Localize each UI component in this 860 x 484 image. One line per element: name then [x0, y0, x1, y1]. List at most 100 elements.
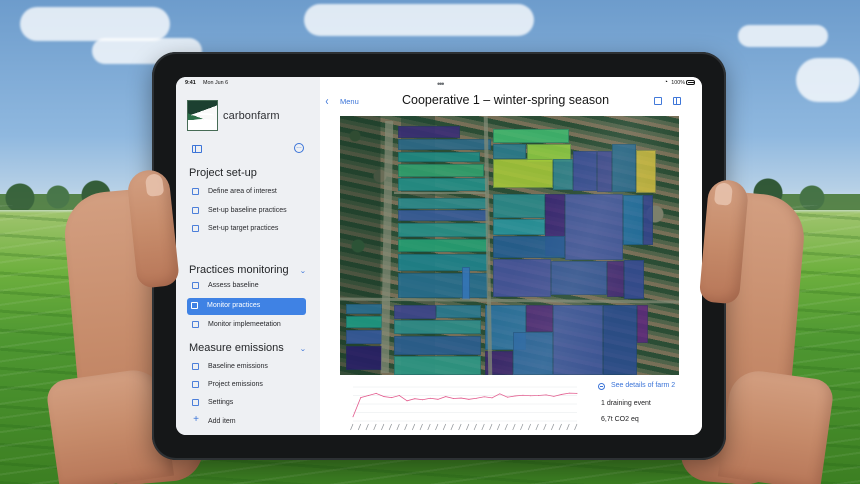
cloud	[20, 7, 170, 41]
field-parcel[interactable]	[398, 178, 488, 191]
field-parcel[interactable]	[573, 151, 597, 191]
add-item-button[interactable]: Add item	[208, 418, 236, 425]
chart-data-point	[360, 397, 362, 399]
field-parcel[interactable]	[526, 305, 553, 332]
fullscreen-icon[interactable]	[654, 97, 662, 105]
field-parcel[interactable]	[493, 259, 551, 297]
checkbox-icon	[192, 225, 199, 232]
field-parcel[interactable]	[398, 223, 488, 237]
chart-data-point	[367, 395, 369, 396]
field-parcel[interactable]	[436, 305, 481, 318]
field-parcel[interactable]	[398, 273, 488, 298]
chart-x-tick-mark	[450, 423, 454, 431]
chevron-left-icon[interactable]: ‹	[325, 94, 328, 108]
chevron-down-icon[interactable]: ⌄	[299, 267, 306, 275]
field-parcel[interactable]	[643, 195, 653, 245]
chart-x-tick-mark	[535, 423, 539, 431]
field-parcel[interactable]	[493, 194, 545, 218]
sidebar-item-label: Monitor practices	[207, 302, 261, 309]
field-parcel[interactable]	[493, 129, 569, 143]
menu-back-button[interactable]: Menu	[340, 97, 359, 106]
sidebar-right-icon[interactable]	[673, 97, 681, 105]
chart-x-tick-mark	[481, 423, 485, 431]
sidebar-item-label: Project emissions	[208, 381, 263, 388]
field-parcel[interactable]	[398, 164, 484, 177]
checkbox-icon	[191, 302, 198, 309]
field-parcel[interactable]	[493, 236, 565, 258]
field-parcel[interactable]	[398, 126, 460, 138]
field-parcel[interactable]	[346, 316, 382, 328]
battery-percent: 100%	[671, 80, 685, 86]
multitasking-dots-icon[interactable]: •••	[437, 79, 445, 89]
field-parcel[interactable]	[394, 356, 481, 375]
info-circle-icon[interactable]	[598, 383, 605, 390]
sidebar-toggle-icon[interactable]	[192, 145, 202, 153]
wifi-icon: ◔	[663, 79, 668, 86]
field-parcel[interactable]	[565, 194, 623, 260]
field-parcel[interactable]	[462, 267, 470, 300]
chart-x-tick-mark	[404, 423, 408, 431]
sidebar-item-label: Set-up baseline practices	[208, 207, 287, 214]
field-parcel[interactable]	[553, 159, 573, 190]
field-parcel[interactable]	[612, 144, 636, 192]
sidebar-item-monitor-implementation[interactable]: Monitor implemeetation	[188, 317, 308, 332]
chart-x-tick-mark	[411, 423, 416, 431]
field-parcel[interactable]	[394, 305, 436, 319]
field-parcel[interactable]	[551, 261, 607, 295]
field-parcel[interactable]	[398, 198, 488, 209]
road	[394, 192, 486, 194]
checkbox-icon	[192, 381, 199, 388]
section-practices-monitoring-title: Practices monitoring	[189, 264, 289, 276]
field-parcel[interactable]	[493, 159, 553, 188]
plus-icon[interactable]: +	[191, 415, 201, 425]
field-parcel[interactable]	[623, 195, 643, 245]
field-parcel[interactable]	[398, 210, 488, 221]
field-parcel[interactable]	[597, 151, 612, 192]
details-farm-link[interactable]: See details of farm 2	[611, 382, 675, 389]
chart-x-tick-mark	[473, 423, 477, 431]
field-parcel[interactable]	[637, 305, 648, 343]
sidebar-item-setup-baseline-practices[interactable]: Set-up baseline practices	[188, 203, 308, 218]
field-parcel[interactable]	[346, 346, 382, 370]
satellite-field-map[interactable]	[340, 116, 679, 375]
field-parcel[interactable]	[394, 336, 481, 355]
field-parcel[interactable]	[607, 261, 624, 297]
field-parcel[interactable]	[398, 152, 480, 162]
field-parcel[interactable]	[398, 254, 488, 271]
status-date: Mon Jun 6	[203, 80, 229, 86]
chart-x-tick-mark	[357, 423, 362, 431]
tablet: 9:41 Mon Jun 6 ••• ◔ 100% carbonfarm … P…	[152, 52, 726, 460]
cloud	[738, 25, 828, 47]
sidebar-item-settings[interactable]: Settings	[188, 395, 308, 410]
chart-data-point	[452, 398, 454, 399]
more-icon[interactable]: …	[294, 143, 304, 153]
field-parcel[interactable]	[624, 260, 644, 299]
chevron-down-icon[interactable]: ⌄	[299, 345, 306, 353]
sidebar-item-project-emissions[interactable]: Project emissions	[188, 377, 308, 392]
field-parcel[interactable]	[513, 332, 553, 375]
checkbox-icon	[192, 282, 199, 289]
field-parcel[interactable]	[398, 139, 491, 150]
chart-x-tick-mark	[427, 423, 431, 431]
chart-data-point	[553, 395, 555, 397]
field-parcel[interactable]	[346, 330, 382, 344]
chart-data-point	[414, 398, 416, 400]
field-parcel[interactable]	[553, 305, 603, 375]
field-parcel[interactable]	[493, 219, 545, 235]
sidebar-item-baseline-emissions[interactable]: Baseline emissions	[188, 359, 308, 374]
sidebar-item-setup-target-practices[interactable]: Set-up target practices	[188, 221, 308, 236]
checkbox-icon	[192, 188, 199, 195]
sidebar-item-define-area-of-interest[interactable]: Define area of interest	[188, 184, 308, 199]
cloud	[304, 4, 534, 36]
field-parcel[interactable]	[394, 320, 481, 334]
sidebar-item-label: Set-up target practices	[208, 225, 279, 232]
sidebar-item-monitor-practices[interactable]: Monitor practices	[187, 298, 306, 315]
field-parcel[interactable]	[636, 150, 656, 193]
field-parcel[interactable]	[398, 239, 488, 252]
field-parcel[interactable]	[346, 304, 382, 314]
emissions-line-chart	[345, 383, 585, 431]
field-parcel[interactable]	[603, 305, 637, 375]
field-parcel[interactable]	[493, 144, 526, 159]
sidebar-item-assess-baseline[interactable]: Assess baseline	[188, 278, 308, 293]
farm-background: 9:41 Mon Jun 6 ••• ◔ 100% carbonfarm … P…	[0, 0, 860, 484]
